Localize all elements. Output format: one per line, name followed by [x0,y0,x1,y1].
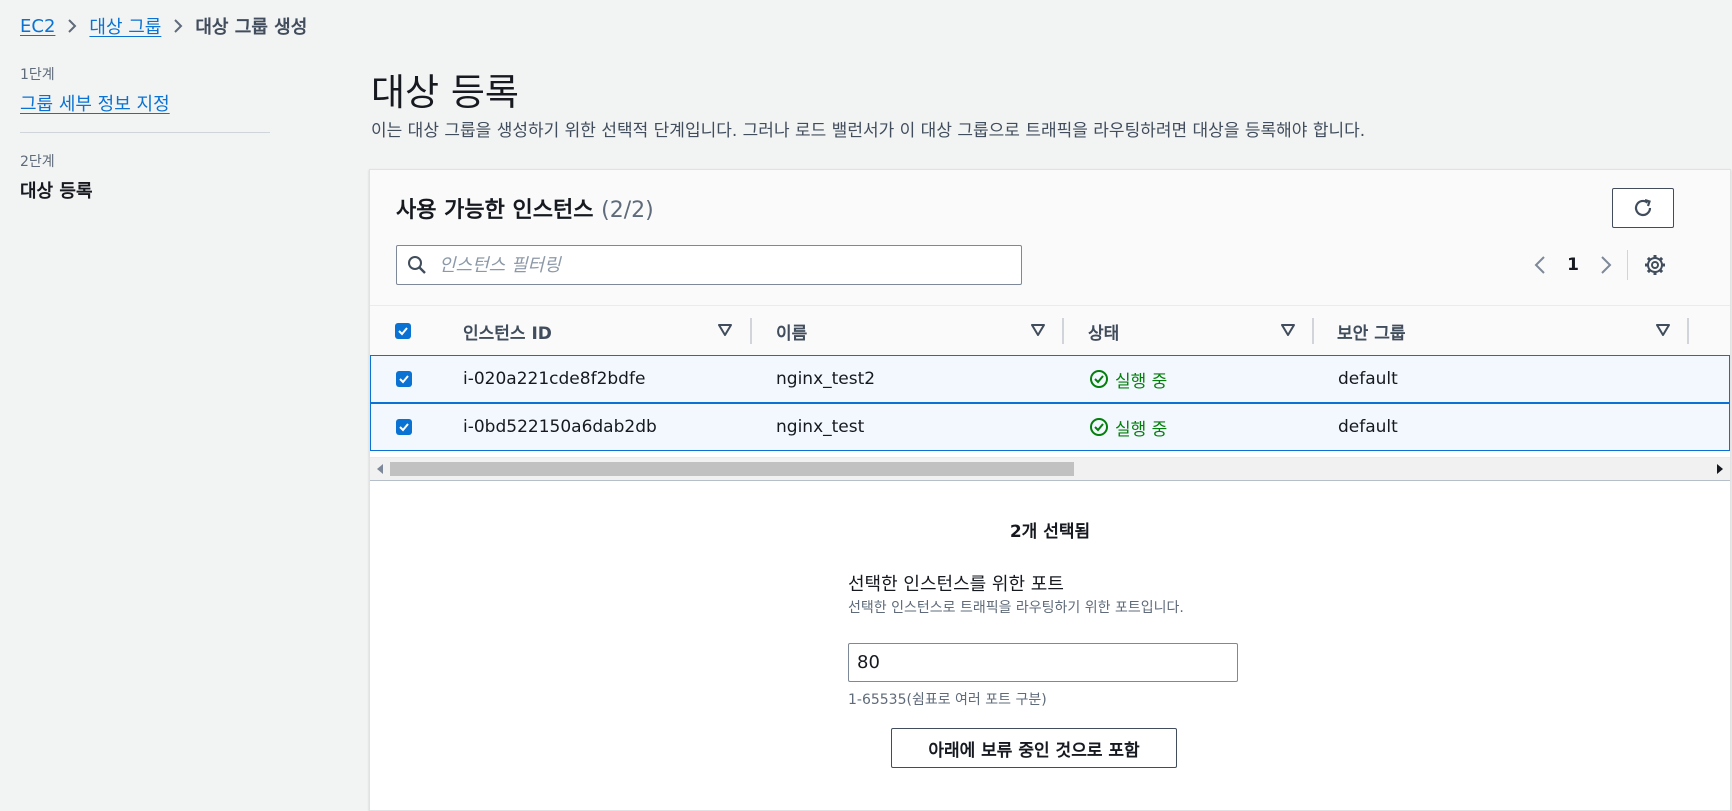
row-select-cell [396,356,412,402]
instance-id-cell: i-0bd522150a6dab2db [463,417,657,437]
instance-state-text: 실행 중 [1115,371,1168,392]
check-icon [399,423,409,432]
filter-input[interactable] [437,253,1021,277]
instance-name-cell: nginx_test [776,417,865,437]
breadcrumb-link-target-groups[interactable]: 대상 그룹 [89,13,161,39]
row-checkbox[interactable] [396,419,412,435]
instance-state-text: 실행 중 [1115,419,1168,440]
table-row[interactable]: i-0bd522150a6dab2db nginx_test 실행 중 defa… [370,403,1730,451]
panel-title: 사용 가능한 인스턴스 (2/2) [396,192,654,224]
row-select-cell [396,404,412,450]
scroll-right-arrow-icon[interactable] [1716,464,1724,474]
instance-name-cell: nginx_test2 [776,369,876,389]
select-all-checkbox[interactable] [395,323,411,339]
row-checkbox[interactable] [396,371,412,387]
table-header: 인스턴스 ID 이름 상태 보안 그룹 [370,305,1730,357]
sort-caret-icon[interactable] [1031,324,1045,336]
sort-caret-icon[interactable] [1281,324,1295,336]
chevron-right-icon [161,18,195,34]
scroll-left-arrow-icon[interactable] [376,464,384,474]
security-group-cell: default [1338,417,1398,437]
port-description: 선택한 인스턴스로 트래픽을 라우팅하기 위한 포트입니다. [848,600,1184,616]
step-2-current: 대상 등록 [20,181,93,202]
column-header-instance-id[interactable]: 인스턴스 ID [463,306,552,356]
step-1-link[interactable]: 그룹 세부 정보 지정 [20,90,170,116]
port-input[interactable] [848,643,1238,682]
include-as-pending-button[interactable]: 아래에 보류 중인 것으로 포함 [891,728,1177,768]
chevron-right-icon [55,18,89,34]
page-number[interactable]: 1 [1555,255,1591,275]
table-row[interactable]: i-020a221cde8f2bdfe nginx_test2 실행 중 def… [370,355,1730,403]
search-icon [397,255,437,275]
page-description: 이는 대상 그룹을 생성하기 위한 선택적 단계입니다. 그러나 로드 밸런서가… [371,121,1366,141]
instance-id-cell: i-020a221cde8f2bdfe [463,369,646,389]
port-constraint-hint: 1-65535(쉼표로 여러 포트 구분) [848,692,1047,708]
instance-state-cell: 실행 중 [1089,404,1167,450]
step-1-label: 1단계 [20,67,55,83]
chevron-left-icon[interactable] [1525,250,1555,280]
sort-caret-icon[interactable] [718,324,732,336]
panel-title-text: 사용 가능한 인스턴스 [396,198,594,223]
column-header-security-group[interactable]: 보안 그룹 [1337,306,1405,356]
selected-count: 2개 선택됨 [1009,522,1091,542]
column-resizer[interactable] [1062,318,1064,344]
breadcrumb-link-ec2[interactable]: EC2 [20,16,55,37]
wizard-steps: 1단계 그룹 세부 정보 지정 2단계 대상 등록 [20,64,270,203]
port-label: 선택한 인스턴스를 위한 포트 [848,574,1064,595]
available-instances-panel: 사용 가능한 인스턴스 (2/2) 1 [369,169,1731,811]
settings-icon[interactable] [1638,248,1672,282]
panel-count: (2/2) [601,198,654,223]
page-title: 대상 등록 [371,71,519,114]
refresh-icon [1634,198,1652,217]
instance-state-cell: 실행 중 [1089,356,1167,402]
breadcrumb: EC2 대상 그룹 대상 그룹 생성 [20,12,307,40]
check-icon [398,327,408,336]
step-divider [20,132,270,133]
breadcrumb-current: 대상 그룹 생성 [195,17,308,38]
chevron-right-icon[interactable] [1591,250,1621,280]
status-success-icon [1090,370,1108,388]
column-header-name[interactable]: 이름 [776,306,807,356]
pagination: 1 [1525,248,1672,282]
refresh-button[interactable] [1612,188,1674,228]
step-2-label: 2단계 [20,154,55,170]
horizontal-scrollbar[interactable] [370,457,1730,481]
column-resizer[interactable] [1312,318,1314,344]
column-header-state[interactable]: 상태 [1088,306,1119,356]
panel-header: 사용 가능한 인스턴스 (2/2) 1 [370,170,1730,305]
sort-caret-icon[interactable] [1656,324,1670,336]
check-icon [399,375,409,384]
instance-filter[interactable] [396,245,1022,285]
scrollbar-thumb[interactable] [390,462,1074,476]
status-success-icon [1090,418,1108,436]
column-resizer[interactable] [750,318,752,344]
security-group-cell: default [1338,369,1398,389]
select-all-cell [395,306,411,356]
column-resizer[interactable] [1687,318,1689,344]
pager-divider [1627,250,1628,280]
